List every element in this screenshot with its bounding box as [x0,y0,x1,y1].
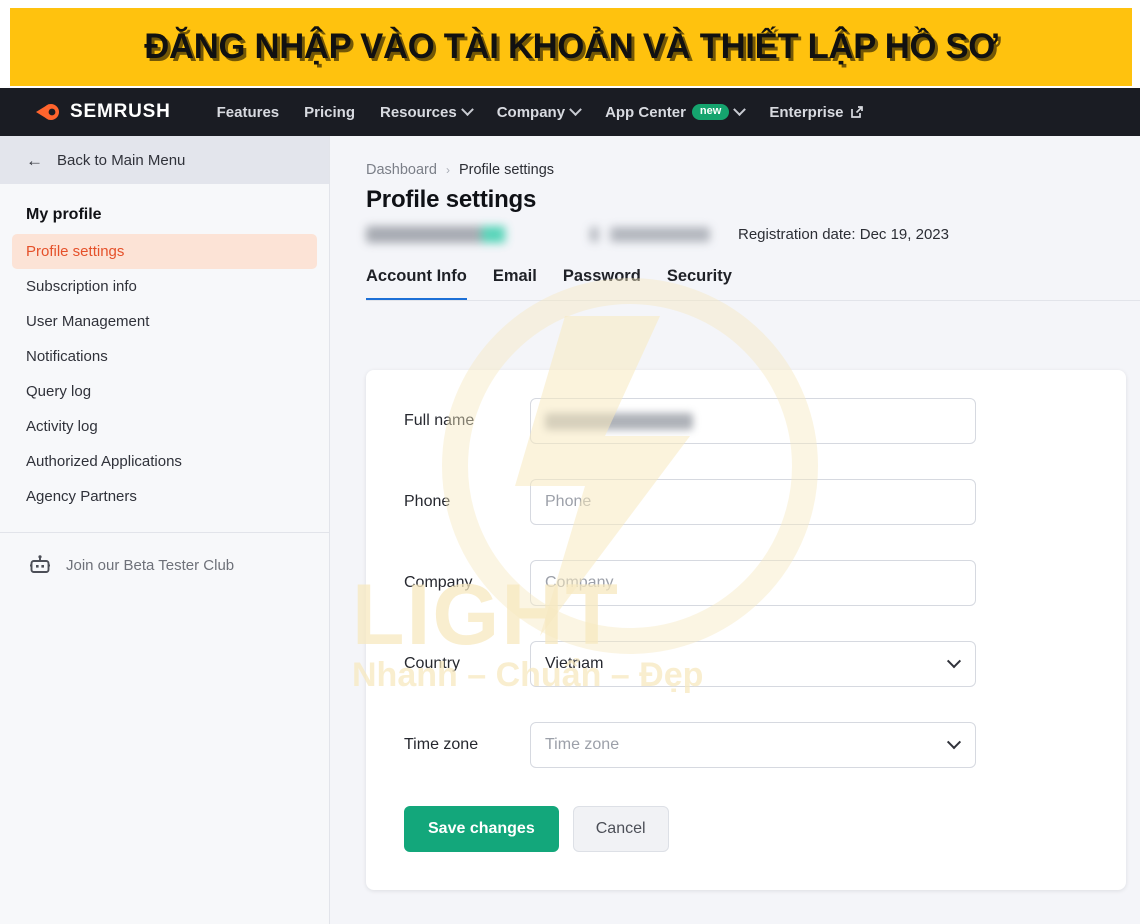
sidebar-item-agency-partners[interactable]: Agency Partners [12,479,317,514]
company-input[interactable]: Company [530,560,976,606]
sidebar-item-notifications[interactable]: Notifications [12,339,317,374]
form-row-company: Company Company [366,560,1126,606]
breadcrumb-separator-icon: › [445,163,450,177]
chevron-down-icon [946,735,962,750]
top-navigation-bar: SEMRUSH Features Pricing Resources Compa… [0,88,1140,136]
form-row-full-name: Full name [366,398,1126,444]
tab-bar-rule [366,300,1140,301]
form-row-phone: Phone Phone [366,479,1126,525]
sidebar-item-subscription-info[interactable]: Subscription info [12,269,317,304]
account-meta-row: Registration date: Dec 19, 2023 [330,214,1140,243]
full-name-label: Full name [404,412,475,429]
account-info-card: Full name Phone Phone Company Company Co… [366,370,1126,890]
beta-label: Join our Beta Tester Club [66,556,235,574]
country-select[interactable]: Vietnam [530,641,976,687]
new-badge: new [691,104,730,120]
tab-bar: Account Info Email Password Security [330,243,1140,301]
external-link-icon [850,106,863,118]
back-to-main-menu-button[interactable]: ← Back to Main Menu [0,136,329,184]
back-label: Back to Main Menu [57,151,186,169]
tab-password[interactable]: Password [563,267,641,301]
sidebar-item-user-management[interactable]: User Management [12,304,317,339]
main-content: LIGHT Nhanh – Chuẩn – Đẹp Dashboard › Pr… [330,136,1140,924]
country-label: Country [404,655,461,672]
beta-tester-club-link[interactable]: Join our Beta Tester Club [0,533,329,575]
chevron-down-icon [733,102,747,116]
account-id-redacted [590,227,710,242]
page-body: ← Back to Main Menu My profile Profile s… [0,136,1140,924]
chevron-down-icon [946,654,962,669]
page-title: Profile settings [366,186,537,213]
title-banner: ĐĂNG NHẬP VÀO TÀI KHOẢN VÀ THIẾT LẬP HỒ … [10,8,1132,86]
time-zone-select[interactable]: Time zone [530,722,976,768]
sidebar-section-title: My profile [26,206,102,223]
sidebar: ← Back to Main Menu My profile Profile s… [0,136,330,924]
nav-item-pricing[interactable]: Pricing [304,104,355,121]
form-row-time-zone: Time zone Time zone [366,722,1126,768]
banner-title: ĐĂNG NHẬP VÀO TÀI KHOẢN VÀ THIẾT LẬP HỒ … [144,27,998,66]
nav-label: Resources [380,103,457,121]
form-actions: Save changes Cancel [366,806,1126,852]
chevron-down-icon [460,102,474,116]
phone-input[interactable]: Phone [530,479,976,525]
full-name-value-redacted [545,412,693,430]
nav-item-enterprise[interactable]: Enterprise [769,104,863,121]
sidebar-item-activity-log[interactable]: Activity log [12,409,317,444]
nav-item-resources[interactable]: Resources [380,102,474,121]
nav-label: App Center [605,103,686,121]
save-changes-button[interactable]: Save changes [404,806,559,852]
tab-account-info[interactable]: Account Info [366,267,467,301]
app-root: ĐĂNG NHẬP VÀO TÀI KHOẢN VÀ THIẾT LẬP HỒ … [0,0,1140,924]
nav-links: Features Pricing Resources Company App C… [217,102,864,121]
form-row-country: Country Vietnam [366,641,1126,687]
robot-icon [30,555,50,573]
chevron-down-icon [569,102,582,116]
country-value: Vietnam [545,655,604,672]
sidebar-item-query-log[interactable]: Query log [12,374,317,409]
semrush-logo[interactable]: SEMRUSH [36,101,171,123]
phone-label: Phone [404,493,451,510]
semrush-comet-icon [36,104,59,120]
nav-label: Enterprise [769,103,844,121]
breadcrumb-current: Profile settings [458,162,555,178]
arrow-left-icon: ← [26,150,43,170]
nav-item-company[interactable]: Company [496,102,582,121]
breadcrumb-dashboard-link[interactable]: Dashboard [366,162,437,178]
registration-date: Registration date: Dec 19, 2023 [738,226,949,243]
time-zone-label: Time zone [404,736,479,753]
company-placeholder: Company [545,574,614,591]
brand-name: SEMRUSH [70,101,171,122]
time-zone-placeholder: Time zone [545,736,620,753]
nav-item-features[interactable]: Features [217,104,280,121]
nav-label: Company [496,103,566,121]
full-name-input[interactable] [530,398,976,444]
tab-email[interactable]: Email [493,267,537,301]
nav-item-app-center[interactable]: App Center new [605,102,747,121]
nav-label: Pricing [304,103,355,121]
phone-placeholder: Phone [545,493,592,510]
account-email-redacted [366,226,562,243]
nav-label: Features [216,103,280,121]
company-label: Company [404,574,473,591]
breadcrumb: Dashboard › Profile settings [330,136,1140,178]
sidebar-item-profile-settings[interactable]: Profile settings [12,234,317,269]
sidebar-item-authorized-applications[interactable]: Authorized Applications [12,444,317,479]
tab-security[interactable]: Security [667,267,732,301]
cancel-button[interactable]: Cancel [572,806,669,852]
sidebar-item-list: Profile settings Subscription info User … [0,234,329,514]
